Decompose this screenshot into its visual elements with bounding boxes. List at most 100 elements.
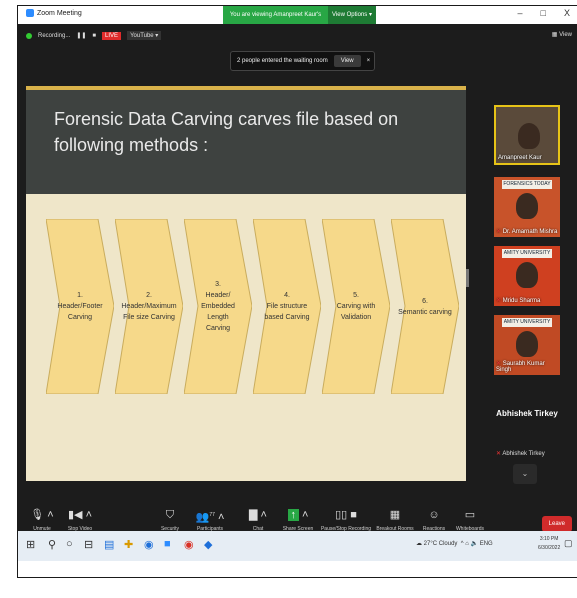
whiteboards-button[interactable]: ▭ Whiteboards bbox=[448, 508, 492, 532]
minimize-button[interactable]: – bbox=[518, 8, 523, 18]
waiting-room-popup: 2 people entered the waiting room View × bbox=[230, 51, 375, 71]
waiting-close-button[interactable]: × bbox=[367, 58, 371, 64]
mic-muted-icon: ✕ bbox=[496, 298, 502, 304]
breakout-rooms-icon: ▦ bbox=[389, 509, 401, 521]
participant-name-text: Saurabh Kumar Singh bbox=[496, 361, 545, 373]
chat-button[interactable]: ▇ ˄ Chat bbox=[236, 508, 280, 532]
participant-tile[interactable]: AMITY UNIVERSITY ✕ Mridu Sharma bbox=[494, 246, 560, 306]
pause-stop-recording-button[interactable]: ▯▯ ■ Pause/Stop Recording bbox=[318, 508, 374, 532]
method-chevron: 3. Header/ Embedded Length Carving bbox=[184, 219, 252, 394]
shield-icon bbox=[26, 32, 32, 39]
close-button[interactable]: X bbox=[564, 8, 570, 18]
participant-name: ✕ Dr. Amarnath Mishra bbox=[496, 228, 557, 235]
slide-accent-bar bbox=[26, 86, 466, 90]
method-chevron: 2. Header/Maximum File size Carving bbox=[115, 219, 183, 394]
shared-slide: Forensic Data Carving carves file based … bbox=[26, 86, 466, 481]
chrome-icon[interactable]: ◉ bbox=[144, 538, 154, 551]
participant-tile[interactable]: Amanpreet Kaur bbox=[494, 105, 560, 165]
zoom-logo-icon bbox=[26, 9, 34, 17]
file-explorer-icon[interactable]: ▤ bbox=[104, 538, 114, 551]
whiteboard-icon: ▭ bbox=[464, 509, 476, 521]
avatar bbox=[516, 262, 538, 288]
method-chevron: 5. Carving with Validation bbox=[322, 219, 390, 394]
window-title: Zoom Meeting bbox=[37, 9, 82, 17]
avatar bbox=[518, 123, 540, 149]
method-chevron: 1. Header/Footer Carving bbox=[46, 219, 114, 394]
security-button[interactable]: ⛉ Security bbox=[148, 508, 192, 532]
participants-button[interactable]: 👥77 ˄ Participants bbox=[188, 508, 232, 532]
participant-banner: AMITY UNIVERSITY bbox=[502, 318, 552, 327]
participant-display-name: Abhishek Tirkey bbox=[496, 409, 558, 418]
notifications-icon[interactable]: ▢ bbox=[564, 538, 573, 549]
tray-up-chevron-icon[interactable]: ^ bbox=[461, 541, 464, 547]
avatar bbox=[516, 331, 538, 357]
view-options-button[interactable]: View Options ▾ bbox=[328, 6, 376, 24]
live-badge: LIVE bbox=[102, 31, 122, 40]
participant-name: ✕ Mridu Sharma bbox=[496, 297, 540, 304]
stop-recording-button[interactable]: ■ bbox=[92, 33, 96, 39]
participant-banner: FORENSICS TODAY bbox=[502, 180, 552, 189]
methods-chevrons: 1. Header/Footer Carving 2. Header/Maxim… bbox=[46, 219, 466, 394]
zoom-taskbar-icon[interactable]: ■ bbox=[164, 538, 171, 550]
view-label: View bbox=[559, 32, 572, 38]
participants-icon: 👥77 ˄ bbox=[195, 511, 225, 524]
method-label: 5. Carving with Validation bbox=[336, 292, 376, 321]
method-label: 6. Semantic carving bbox=[398, 297, 452, 316]
slide-header: Forensic Data Carving carves file based … bbox=[26, 86, 466, 194]
share-screen-button[interactable]: ↑ ˄ Share Screen bbox=[276, 508, 320, 532]
participant-tile-name-only[interactable]: Abhishek Tirkey ✕ Abhishek Tirkey bbox=[494, 384, 560, 460]
search-icon[interactable]: ⚲ bbox=[48, 538, 56, 551]
participant-tile[interactable]: FORENSICS TODAY ✕ Dr. Amarnath Mishra bbox=[494, 177, 560, 237]
method-chevron: 6. Semantic carving bbox=[391, 219, 459, 394]
volume-icon[interactable]: 🔈 bbox=[471, 541, 478, 547]
pause-stop-icon: ▯▯ ■ bbox=[335, 509, 357, 521]
slide-title: Forensic Data Carving carves file based … bbox=[54, 109, 399, 155]
weather-text: 27°C Cloudy bbox=[423, 541, 458, 547]
participant-name: ✕ Saurabh Kumar Singh bbox=[496, 360, 560, 373]
task-view-icon[interactable]: ○ bbox=[66, 538, 73, 550]
meeting-area: Recording... ❚❚ ■ LIVE YouTube ▾ ▦ View … bbox=[18, 24, 577, 549]
view-options-label: View Options bbox=[332, 12, 368, 18]
view-layout-button[interactable]: ▦ View bbox=[552, 31, 572, 38]
participant-name: Amanpreet Kaur bbox=[498, 155, 542, 161]
avatar bbox=[516, 193, 538, 219]
browser-icon[interactable]: ◉ bbox=[184, 538, 194, 551]
clock-time: 3:10 PM bbox=[539, 536, 559, 542]
method-chevron: 4. File structure based Carving bbox=[253, 219, 321, 394]
widgets-icon[interactable]: ⊟ bbox=[84, 538, 93, 551]
chevron-down-icon[interactable]: ⌄ bbox=[513, 464, 537, 484]
stop-video-button[interactable]: ▮◀ ˄ Stop Video bbox=[58, 508, 102, 532]
participant-name-text: Abhishek Tirkey bbox=[502, 451, 545, 457]
method-label: 4. File structure based Carving bbox=[264, 292, 310, 321]
network-icon[interactable]: ⌂ bbox=[465, 541, 469, 547]
app-icon[interactable]: ✚ bbox=[124, 538, 133, 551]
split-drag-handle[interactable] bbox=[466, 269, 469, 287]
viewing-screen-banner: You are viewing Amanpreet Kaur's screen bbox=[223, 6, 328, 36]
zoom-window: Zoom Meeting You are viewing Amanpreet K… bbox=[17, 5, 577, 578]
participants-count: 77 bbox=[209, 512, 215, 518]
video-camera-icon: ▮◀ ˄ bbox=[68, 509, 92, 521]
language-indicator[interactable]: ENG bbox=[480, 541, 493, 547]
leave-button[interactable]: Leave bbox=[541, 516, 572, 532]
teams-icon[interactable]: ◆ bbox=[204, 538, 212, 551]
weather-icon: ☁ bbox=[416, 541, 422, 547]
youtube-dropdown[interactable]: YouTube ▾ bbox=[127, 31, 162, 40]
system-tray: ☁ 27°C Cloudy ^ ⌂ 🔈 ENG bbox=[416, 540, 493, 547]
recording-status: Recording... bbox=[38, 32, 71, 39]
title-bar: Zoom Meeting You are viewing Amanpreet K… bbox=[18, 6, 577, 36]
clock[interactable]: 3:10 PM 6/30/2022 bbox=[538, 535, 560, 553]
chat-bubble-icon: ▇ ˄ bbox=[249, 509, 267, 521]
participant-banner: AMITY UNIVERSITY bbox=[502, 249, 552, 258]
maximize-button[interactable]: □ bbox=[541, 8, 546, 18]
window-controls: – □ X bbox=[518, 8, 570, 18]
clock-date: 6/30/2022 bbox=[538, 545, 561, 551]
mic-muted-icon: ✕ bbox=[496, 229, 502, 235]
mic-muted-icon: ✕ bbox=[496, 451, 502, 457]
breakout-rooms-button[interactable]: ▦ Breakout Rooms bbox=[373, 508, 417, 532]
windows-taskbar: ⊞ ⚲ ○ ⊟ ▤ ✚ ◉ ■ ◉ ◆ ☁ 27°C Cloudy ^ ⌂ 🔈 … bbox=[18, 531, 577, 561]
pause-recording-button[interactable]: ❚❚ bbox=[76, 32, 86, 39]
share-screen-icon: ↑ ˄ bbox=[276, 508, 320, 522]
windows-start-icon[interactable]: ⊞ bbox=[26, 538, 35, 551]
waiting-view-button[interactable]: View bbox=[333, 55, 361, 67]
participant-tile[interactable]: AMITY UNIVERSITY ✕ Saurabh Kumar Singh bbox=[494, 315, 560, 375]
